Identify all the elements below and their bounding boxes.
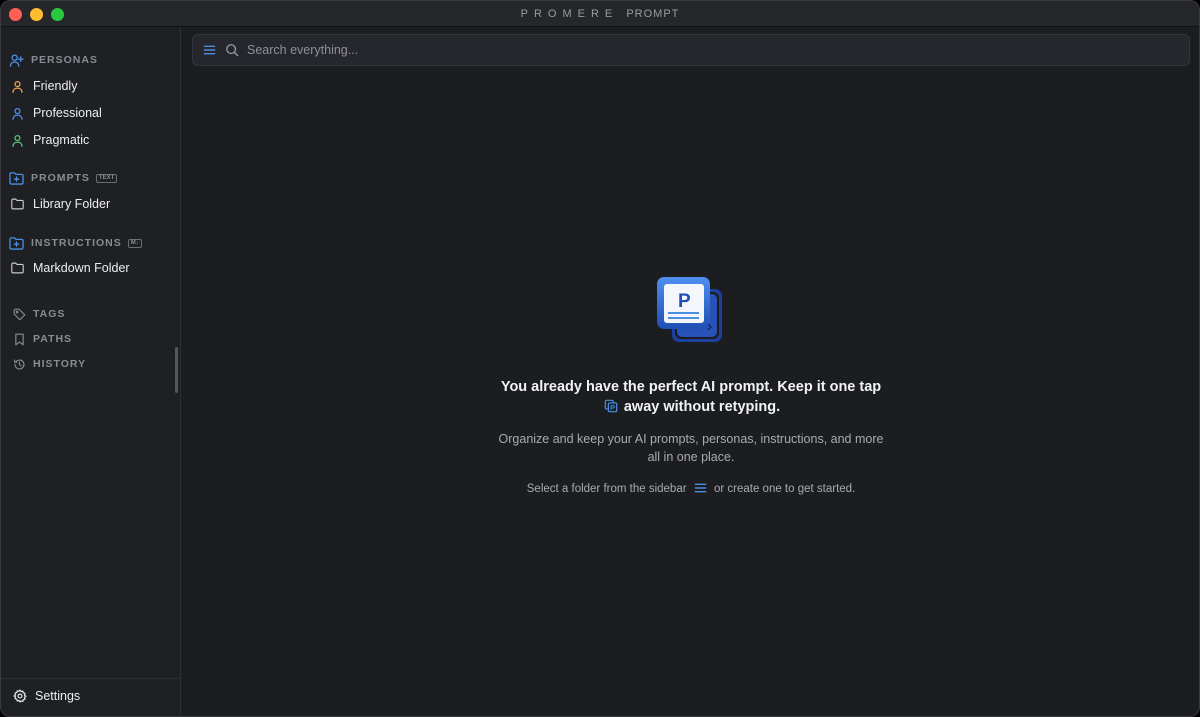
folder-plus-icon	[9, 237, 24, 250]
sidebar-item-professional[interactable]: Professional	[11, 103, 102, 123]
folder-icon	[11, 198, 24, 210]
sidebar-item-history[interactable]: HISTORY	[13, 356, 86, 372]
hint-part-2: or create one to get started.	[713, 483, 856, 495]
sidebar-item-label: Library Folder	[33, 197, 111, 211]
personas-heading: PERSONAS	[31, 54, 98, 66]
settings-label: Settings	[35, 689, 81, 703]
copy-prompt-icon	[604, 399, 618, 413]
sidebar-item-label: Markdown Folder	[33, 261, 130, 275]
instructions-section-header[interactable]: INSTRUCTIONS M↓	[9, 235, 142, 251]
sidebar: PERSONAS Friendly Professional Pragmatic	[1, 27, 181, 716]
logo-letter: P	[678, 291, 691, 312]
sidebar-item-tags[interactable]: TAGS	[13, 306, 65, 322]
headline-part-1: You already have the perfect AI prompt. …	[500, 379, 882, 395]
paths-label: PATHS	[33, 333, 73, 345]
bookmark-icon	[15, 333, 24, 345]
main-content: P You already have the perfect AI prompt…	[182, 27, 1199, 716]
title-bar: PROMERE PROMPT	[1, 1, 1199, 27]
sidebar-item-library-folder[interactable]: Library Folder	[11, 194, 110, 214]
user-icon	[12, 80, 23, 93]
app-logo: P	[657, 277, 723, 348]
headline: You already have the perfect AI prompt. …	[491, 377, 891, 417]
sidebar-item-friendly[interactable]: Friendly	[11, 76, 77, 96]
user-plus-icon	[9, 53, 24, 67]
sidebar-item-label: Professional	[33, 106, 102, 120]
history-label: HISTORY	[33, 358, 87, 370]
user-icon	[12, 107, 23, 120]
user-icon	[12, 134, 23, 147]
sidebar-footer: Settings	[1, 678, 180, 716]
text-badge: TEXT	[95, 173, 118, 183]
prompts-heading: PROMPTS	[31, 172, 90, 184]
tag-icon	[13, 308, 26, 320]
instructions-heading: INSTRUCTIONS	[31, 237, 122, 249]
personas-section-header[interactable]: PERSONAS	[9, 52, 98, 68]
prompts-section-header[interactable]: PROMPTS TEXT	[9, 170, 118, 186]
gear-icon	[13, 689, 27, 703]
folder-icon	[11, 262, 24, 274]
history-icon	[14, 358, 25, 370]
empty-state: P You already have the perfect AI prompt…	[182, 27, 1199, 716]
settings-button[interactable]: Settings	[13, 689, 80, 703]
window-title-brand: PROMERE	[520, 8, 619, 20]
subtitle: Organize and keep your AI prompts, perso…	[498, 432, 884, 464]
sidebar-item-markdown-folder[interactable]: Markdown Folder	[11, 258, 130, 278]
window-title: PROMERE PROMPT	[1, 8, 1199, 20]
app-window: PROMERE PROMPT PERSONAS Friendly Profess…	[0, 0, 1200, 717]
window-title-word: PROMPT	[626, 8, 680, 20]
hint-text: Select a folder from the sidebar or crea…	[521, 480, 861, 498]
headline-part-2: away without retyping.	[623, 399, 781, 415]
sidebar-item-pragmatic[interactable]: Pragmatic	[11, 130, 89, 150]
hint-part-1: Select a folder from the sidebar	[526, 483, 687, 495]
markdown-badge: M↓	[127, 238, 142, 248]
folder-plus-icon	[9, 172, 24, 185]
menu-icon	[694, 483, 707, 493]
sidebar-item-label: Pragmatic	[33, 133, 90, 147]
sidebar-item-paths[interactable]: PATHS	[13, 331, 72, 347]
sidebar-scrollbar[interactable]	[175, 347, 178, 393]
tags-label: TAGS	[33, 308, 66, 320]
sidebar-item-label: Friendly	[33, 79, 78, 93]
